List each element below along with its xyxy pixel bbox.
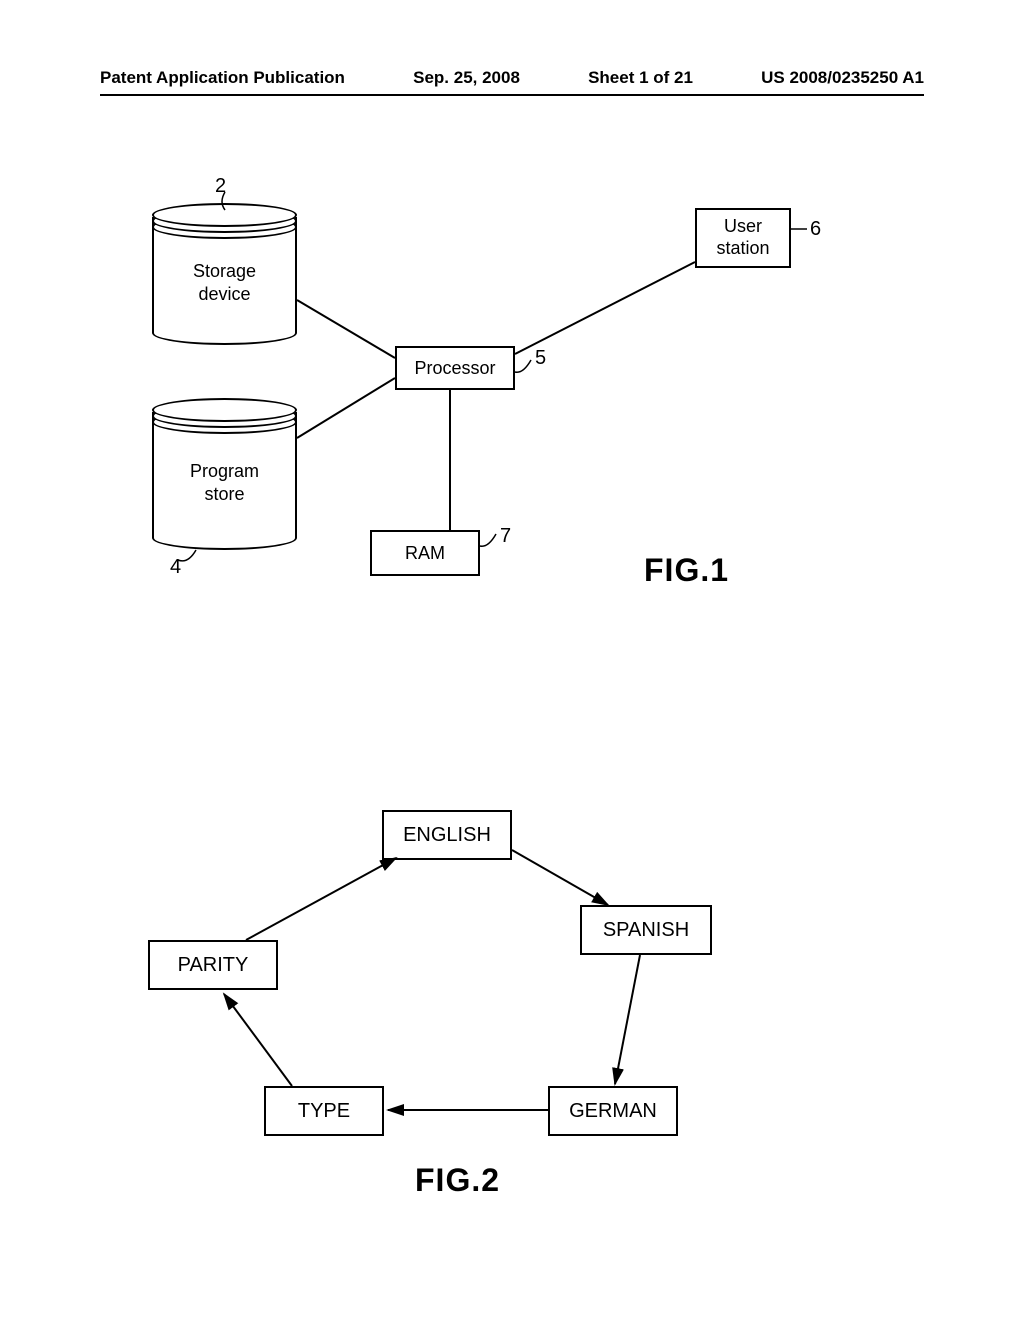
diagram-container: Storage device 2 Program store 4 Process… — [0, 0, 1024, 1320]
fig2-connectors — [0, 0, 1024, 1320]
